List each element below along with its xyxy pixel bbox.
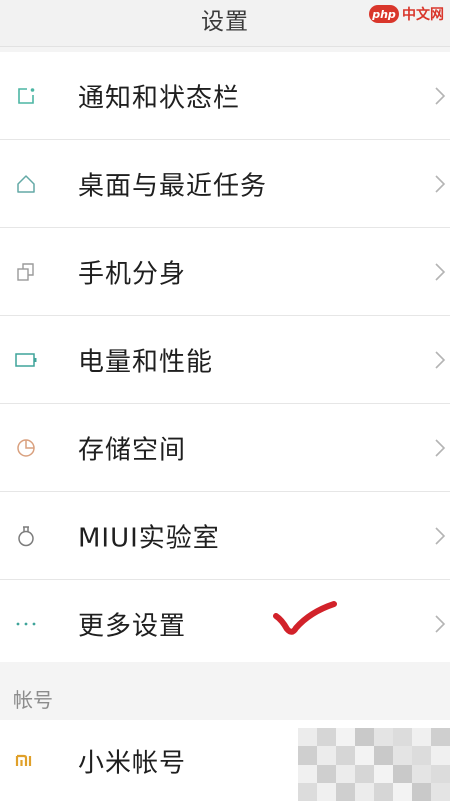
section-title: 帐号 (13, 688, 53, 712)
mosaic-cell (412, 746, 431, 765)
chevron-right-icon (434, 262, 446, 282)
settings-item-more-settings[interactable]: 更多设置 (0, 580, 450, 667)
mosaic-cell (317, 764, 336, 783)
account-section-header: 帐号 (0, 672, 450, 720)
settings-item-label: 存储空间 (78, 435, 187, 465)
chevron-right-icon (434, 174, 446, 194)
chevron-right-icon (434, 350, 446, 370)
settings-item-desktop[interactable]: 桌面与最近任务 (0, 140, 450, 228)
mi-logo-icon (15, 750, 37, 772)
notification-icon (15, 85, 37, 107)
mosaic-cell (317, 746, 336, 765)
mosaic-cell (412, 728, 431, 747)
settings-item-second-space[interactable]: 手机分身 (0, 228, 450, 316)
settings-item-label: 桌面与最近任务 (78, 171, 268, 201)
mosaic-cell (412, 782, 431, 801)
settings-item-battery[interactable]: 电量和性能 (0, 316, 450, 404)
settings-item-label: 更多设置 (78, 611, 187, 641)
mosaic-cell (374, 746, 393, 765)
mosaic-cell (336, 728, 355, 747)
settings-item-label: 手机分身 (78, 259, 187, 289)
settings-list: 通知和状态栏 桌面与最近任务 手机分身 电量和性能 存储空间 MIUI实验室 更… (0, 52, 450, 662)
settings-item-notifications[interactable]: 通知和状态栏 (0, 52, 450, 140)
mosaic-cell (393, 764, 412, 783)
mosaic-cell (336, 764, 355, 783)
mosaic-cell (374, 764, 393, 783)
settings-item-label: 通知和状态栏 (78, 83, 241, 113)
mosaic-cell (431, 746, 450, 765)
mosaic-cell (336, 782, 355, 801)
mosaic-cell (298, 746, 317, 765)
mosaic-cell (298, 764, 317, 783)
flask-icon (15, 525, 37, 547)
mosaic-cell (393, 728, 412, 747)
settings-item-storage[interactable]: 存储空间 (0, 404, 450, 492)
mosaic-cell (336, 746, 355, 765)
chevron-right-icon (434, 86, 446, 106)
battery-icon (15, 349, 37, 371)
mosaic-cell (393, 746, 412, 765)
settings-item-label: MIUI实验室 (78, 523, 220, 553)
more-dots-icon (15, 613, 37, 635)
settings-item-label: 小米帐号 (78, 748, 187, 778)
chevron-right-icon (434, 438, 446, 458)
mosaic-cell (431, 782, 450, 801)
pixelated-overlay (298, 728, 450, 801)
mosaic-cell (298, 782, 317, 801)
mosaic-cell (298, 728, 317, 747)
watermark: php 中文网 (369, 4, 444, 24)
home-icon (15, 173, 37, 195)
watermark-logo: php (369, 5, 399, 23)
title-bar: 设置 php 中文网 (0, 0, 450, 47)
mosaic-cell (317, 782, 336, 801)
chevron-right-icon (434, 614, 446, 634)
mosaic-cell (355, 782, 374, 801)
mosaic-cell (317, 728, 336, 747)
settings-item-miui-lab[interactable]: MIUI实验室 (0, 492, 450, 580)
clone-icon (15, 261, 37, 283)
mosaic-cell (374, 728, 393, 747)
mosaic-cell (393, 782, 412, 801)
chevron-right-icon (434, 526, 446, 546)
mosaic-cell (374, 782, 393, 801)
mosaic-cell (355, 746, 374, 765)
mosaic-cell (431, 764, 450, 783)
mosaic-cell (355, 764, 374, 783)
mosaic-cell (431, 728, 450, 747)
settings-item-label: 电量和性能 (78, 347, 214, 377)
pie-chart-icon (15, 437, 37, 459)
mosaic-cell (355, 728, 374, 747)
checkmark-annotation-icon (273, 601, 337, 635)
watermark-text: 中文网 (402, 7, 444, 23)
mosaic-cell (412, 764, 431, 783)
